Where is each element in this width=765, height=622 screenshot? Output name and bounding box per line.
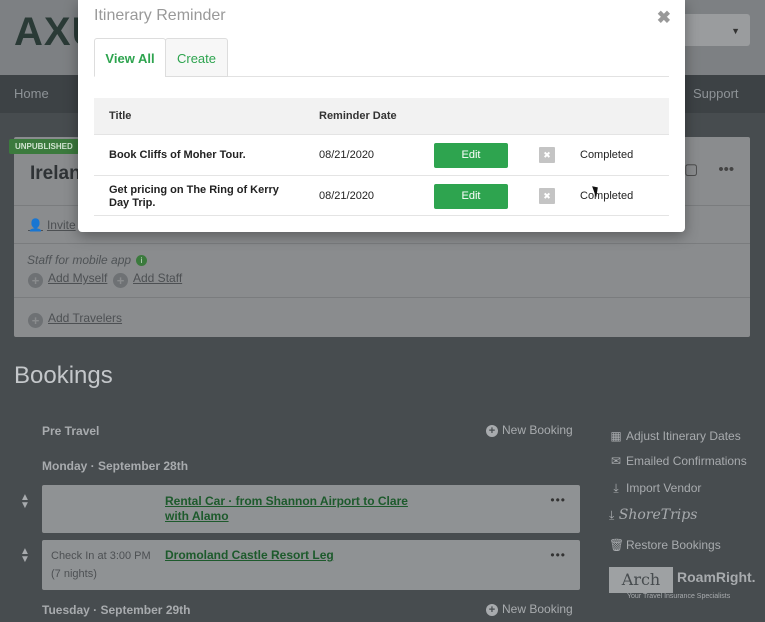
chevron-down-icon: ▼ xyxy=(731,26,740,36)
nav-support[interactable]: Support xyxy=(693,86,739,101)
download-icon: ⤓ xyxy=(609,508,615,522)
invite-link[interactable]: 👤 Invite xyxy=(28,218,76,232)
booking-title-link[interactable]: Dromoland Castle Resort Leg xyxy=(165,548,334,563)
more-options-icon[interactable]: ••• xyxy=(550,493,566,507)
new-booking-button[interactable]: + New Booking xyxy=(486,423,573,437)
close-icon[interactable]: ✖ xyxy=(657,8,671,28)
trip-actions: ▢ ••• xyxy=(684,160,734,178)
add-staff-link[interactable]: + Add Staff xyxy=(113,271,182,288)
reminder-date: 08/21/2020 xyxy=(319,190,375,202)
table-header: Title Reminder Date xyxy=(94,98,669,134)
remove-icon[interactable]: ✖ xyxy=(539,188,555,204)
divider xyxy=(14,243,750,244)
add-travelers-link[interactable]: + Add Travelers xyxy=(28,311,122,328)
reminder-status: Completed xyxy=(580,190,634,202)
envelope-icon: ✉ xyxy=(610,454,622,468)
trash-icon: 🗑 xyxy=(609,538,625,552)
column-reminder-date: Reminder Date xyxy=(319,110,397,122)
staff-label: Staff for mobile app i xyxy=(27,253,148,267)
copy-icon[interactable]: ▢ xyxy=(684,161,698,178)
arch-tagline: Your Travel Insurance Specialists xyxy=(627,593,731,600)
new-booking-button[interactable]: + New Booking xyxy=(486,602,573,616)
trip-title: Irelan xyxy=(30,163,81,184)
edit-button[interactable]: Edit xyxy=(434,143,508,168)
booking-card: Rental Car · from Shannon Airport to Cla… xyxy=(42,485,580,533)
plus-circle-icon: + xyxy=(486,425,498,437)
day-label: Tuesday · September 29th xyxy=(42,603,191,617)
status-badge: UNPUBLISHED xyxy=(9,139,79,154)
booking-card: Check In at 3:00 PM (7 nights) Dromoland … xyxy=(42,540,580,590)
reminder-title: Get pricing on The Ring of Kerry Day Trip… xyxy=(109,184,279,209)
roamright-logo: RoamRight. xyxy=(677,569,756,585)
drag-handle-icon[interactable]: ▲ ▼ xyxy=(20,547,30,565)
account-dropdown[interactable]: ▼ xyxy=(680,14,750,46)
column-title: Title xyxy=(109,110,132,122)
edit-button[interactable]: Edit xyxy=(434,184,508,209)
itinerary-reminder-modal: Itinerary Reminder ✖ View All Create Tit… xyxy=(78,0,685,232)
add-myself-link[interactable]: + Add Myself xyxy=(28,271,107,288)
add-user-icon: 👤 xyxy=(28,218,43,232)
modal-tabs: View All Create xyxy=(94,38,669,77)
reminder-status: Completed xyxy=(580,149,634,161)
bookings-heading: Bookings xyxy=(14,362,113,389)
import-vendor-link[interactable]: ⤓ Import Vendor xyxy=(609,481,701,496)
plus-circle-icon: + xyxy=(28,313,43,328)
table-row: Book Cliffs of Moher Tour. 08/21/2020 Ed… xyxy=(94,134,669,175)
remove-icon[interactable]: ✖ xyxy=(539,147,555,163)
plus-circle-icon: + xyxy=(28,273,43,288)
reminder-date: 08/21/2020 xyxy=(319,149,375,161)
download-icon: ⤓ xyxy=(613,481,619,495)
plus-circle-icon: + xyxy=(113,273,128,288)
tab-view-all[interactable]: View All xyxy=(94,38,166,77)
drag-handle-icon[interactable]: ▲ ▼ xyxy=(20,493,30,511)
info-icon[interactable]: i xyxy=(136,255,148,266)
pre-travel-label: Pre Travel xyxy=(42,424,100,438)
reminder-title: Book Cliffs of Moher Tour. xyxy=(109,149,246,161)
divider xyxy=(14,297,750,298)
checkin-text: Check In at 3:00 PM (7 nights) xyxy=(51,550,151,580)
calendar-icon: ▦ xyxy=(610,429,622,443)
more-options-icon[interactable]: ••• xyxy=(718,161,734,178)
modal-title: Itinerary Reminder xyxy=(94,7,226,24)
restore-bookings-link[interactable]: 🗑 Restore Bookings xyxy=(609,538,721,552)
tab-create[interactable]: Create xyxy=(165,38,228,77)
arch-roamright-logo[interactable]: Arch RoamRight. Your Travel Insurance Sp… xyxy=(609,565,756,603)
nav-home[interactable]: Home xyxy=(14,86,49,101)
day-label: Monday · September 28th xyxy=(42,459,189,473)
shoretrips-link[interactable]: ⤓ ShoreTrips xyxy=(609,507,697,523)
more-options-icon[interactable]: ••• xyxy=(550,548,566,562)
emailed-confirmations-link[interactable]: ✉ Emailed Confirmations xyxy=(609,454,747,468)
arch-logo: Arch xyxy=(609,567,673,593)
plus-circle-icon: + xyxy=(486,604,498,616)
table-row: Get pricing on The Ring of Kerry Day Trip… xyxy=(94,175,669,216)
booking-title-link[interactable]: Rental Car · from Shannon Airport to Cla… xyxy=(165,494,408,524)
adjust-dates-link[interactable]: ▦ Adjust Itinerary Dates xyxy=(609,429,740,443)
